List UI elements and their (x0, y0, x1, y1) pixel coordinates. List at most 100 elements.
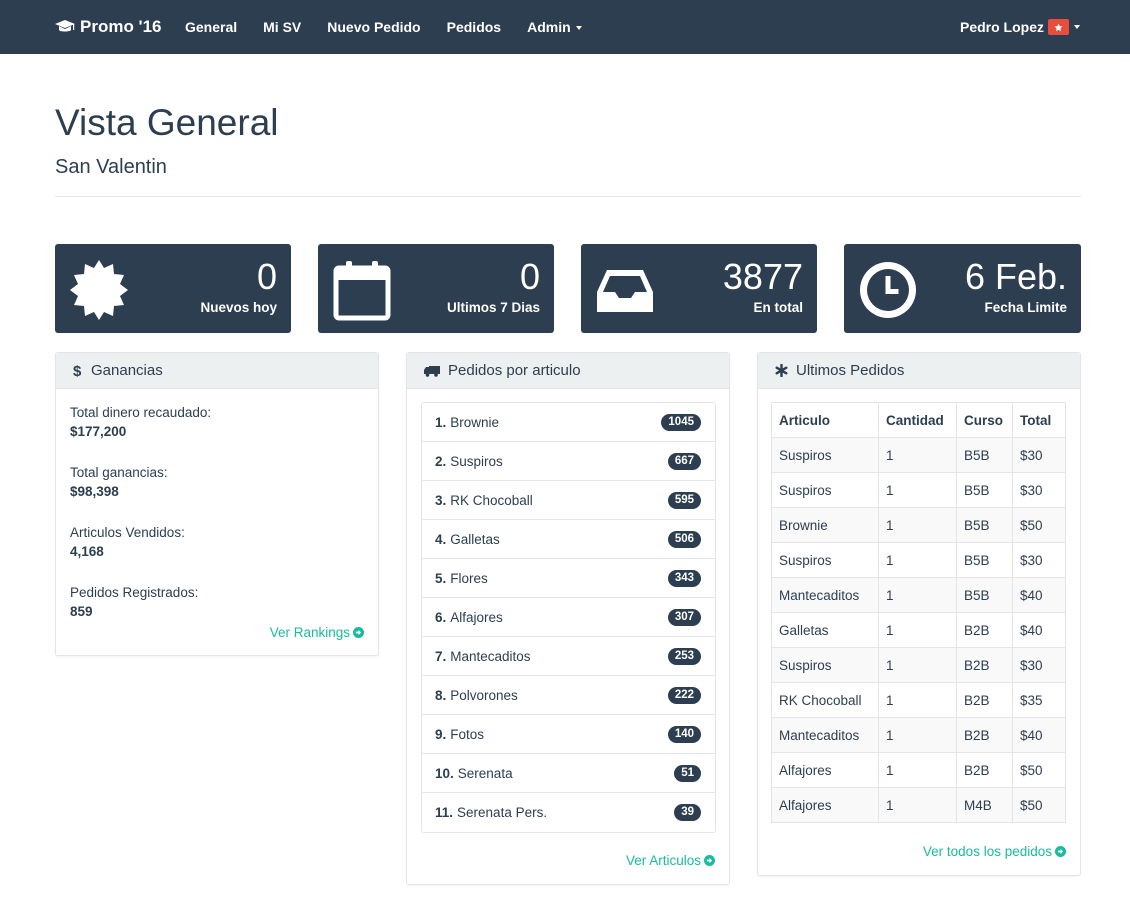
table-row: Suspiros 1 B5B $30 (771, 437, 1066, 473)
tile-label: Nuevos hoy (200, 300, 277, 315)
stat-label: Total ganancias: (70, 465, 168, 480)
cell-cantidad: 1 (878, 787, 957, 823)
nav-mi-sv[interactable]: Mi SV (250, 0, 314, 54)
item-name: Serenata Pers. (457, 805, 548, 820)
table-row: Suspiros 1 B5B $30 (771, 472, 1066, 508)
stat-articulos-vendidos: Articulos Vendidos: 4,168 (70, 525, 185, 559)
item-rank: 7. (435, 648, 447, 664)
table-row: Suspiros 1 B5B $30 (771, 542, 1066, 578)
tile-value: 0 (256, 256, 277, 297)
panel-ganancias: $ Ganancias Total dinero recaudado: $177… (55, 352, 379, 656)
stat-value: 859 (70, 604, 93, 619)
count-badge: 51 (674, 765, 701, 782)
list-item[interactable]: 9. Fotos 140 (422, 715, 715, 754)
count-badge: 253 (667, 648, 701, 665)
column-header: Curso (956, 402, 1013, 438)
cell-curso: B2B (956, 752, 1013, 788)
cell-cantidad: 1 (878, 752, 957, 788)
cell-total: $30 (1012, 647, 1066, 683)
calendar-icon (333, 261, 391, 321)
stat-value: $177,200 (70, 424, 127, 439)
cell-articulo: Alfajores (771, 787, 879, 823)
cell-articulo: Mantecaditos (771, 577, 879, 613)
arrow-circle-right-icon (704, 855, 715, 866)
ver-todos-los-pedidos-link[interactable]: Ver todos los pedidos (923, 844, 1066, 859)
panel-title: Ganancias (91, 362, 163, 379)
panel-ultimos-pedidos: Ultimos Pedidos Articulo Cantidad Curso … (757, 352, 1081, 876)
panel-title: Pedidos por articulo (448, 362, 581, 379)
cell-curso: M4B (956, 787, 1013, 823)
count-badge: 222 (667, 687, 701, 704)
nav-admin-dropdown[interactable]: Admin (514, 0, 595, 54)
user-name: Pedro Lopez (959, 19, 1044, 35)
list-item[interactable]: 7. Mantecaditos 253 (422, 637, 715, 676)
panel-heading: $ Ganancias (56, 353, 378, 389)
cell-articulo: Suspiros (771, 647, 879, 683)
cell-articulo: Suspiros (771, 437, 879, 473)
list-item[interactable]: 11. Serenata Pers. 39 (422, 793, 715, 832)
item-name: Serenata (457, 765, 513, 781)
cell-cantidad: 1 (878, 682, 957, 718)
cell-cantidad: 1 (878, 577, 957, 613)
stat-value: $98,398 (70, 484, 119, 499)
nav-general[interactable]: General (172, 0, 250, 54)
truck-icon (424, 365, 440, 377)
ver-articulos-link[interactable]: Ver Articulos (626, 853, 715, 868)
list-item[interactable]: 10. Serenata 51 (422, 754, 715, 793)
count-badge: 39 (674, 804, 701, 821)
panel-heading: Ultimos Pedidos (758, 353, 1080, 389)
dollar-icon: $ (73, 363, 82, 378)
nav-nuevo-pedido[interactable]: Nuevo Pedido (314, 0, 433, 54)
item-rank: 2. (435, 453, 447, 469)
cell-curso: B5B (956, 577, 1013, 613)
panel-heading: Pedidos por articulo (407, 353, 729, 389)
tile-nuevos-hoy: 0 Nuevos hoy (55, 244, 291, 333)
cell-total: $30 (1012, 542, 1066, 578)
list-item[interactable]: 5. Flores 343 (422, 559, 715, 598)
nav-pedidos[interactable]: Pedidos (434, 0, 514, 54)
table-row: Alfajores 1 B2B $50 (771, 752, 1066, 788)
cell-cantidad: 1 (878, 612, 957, 648)
user-menu[interactable]: Pedro Lopez (960, 0, 1080, 54)
navbar: Promo '16 General Mi SV Nuevo Pedido Ped… (0, 0, 1130, 54)
nav-admin-label: Admin (527, 19, 571, 35)
cell-articulo: Alfajores (771, 752, 879, 788)
cell-total: $40 (1012, 577, 1066, 613)
item-rank: 11. (435, 805, 454, 820)
cell-curso: B2B (956, 682, 1013, 718)
tile-label: Ultimos 7 Dias (446, 300, 540, 315)
graduation-cap-icon (55, 20, 75, 32)
list-item[interactable]: 1. Brownie 1045 (422, 403, 715, 442)
caret-down-icon (575, 26, 582, 31)
link-label: Ver Articulos (625, 853, 701, 868)
item-name: Flores (450, 570, 488, 586)
badge-icon (70, 260, 128, 320)
cell-articulo: RK Chocoball (771, 682, 879, 718)
item-name: Mantecaditos (450, 648, 531, 664)
nav-links: General Mi SV Nuevo Pedido Pedidos Admin (172, 0, 595, 54)
list-item[interactable]: 2. Suspiros 667 (422, 442, 715, 481)
cell-total: $35 (1012, 682, 1066, 718)
list-item[interactable]: 6. Alfajores 307 (422, 598, 715, 637)
brand-link[interactable]: Promo '16 (55, 0, 162, 54)
tile-label: Fecha Limite (984, 300, 1067, 315)
cell-curso: B2B (956, 612, 1013, 648)
item-rank: 4. (435, 531, 447, 547)
list-item[interactable]: 8. Polvorones 222 (422, 676, 715, 715)
tile-value: 0 (519, 256, 540, 297)
list-item[interactable]: 4. Galletas 506 (422, 520, 715, 559)
cell-cantidad: 1 (878, 472, 957, 508)
link-label: Ver Rankings (269, 625, 350, 640)
cell-total: $30 (1012, 437, 1066, 473)
item-name: Polvorones (450, 687, 518, 703)
cell-total: $30 (1012, 472, 1066, 508)
cell-cantidad: 1 (878, 507, 957, 543)
stat-total-recaudado: Total dinero recaudado: $177,200 (70, 405, 211, 439)
count-badge: 1045 (661, 414, 701, 431)
ver-rankings-link[interactable]: Ver Rankings (270, 625, 364, 640)
table-header-row: Articulo Cantidad Curso Total (771, 402, 1066, 438)
stat-value: 4,168 (70, 544, 104, 559)
cell-total: $50 (1012, 507, 1066, 543)
list-item[interactable]: 3. RK Chocoball 595 (422, 481, 715, 520)
cell-curso: B5B (956, 437, 1013, 473)
